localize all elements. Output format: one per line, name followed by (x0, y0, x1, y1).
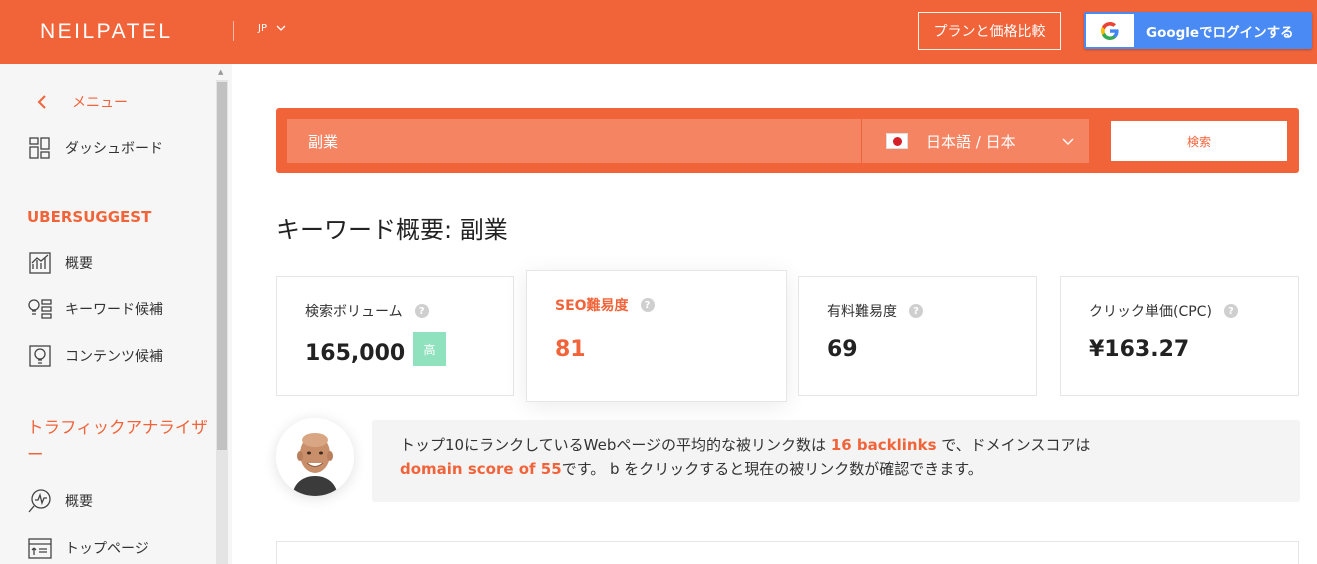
help-icon[interactable]: ? (640, 298, 655, 312)
menu-label: メニュー (72, 95, 128, 111)
plan-pricing-button[interactable]: プランと価格比較 (918, 12, 1061, 50)
backlink-info-text: トップ10にランクしているWebページの平均的な被リンク数は 16 backli… (400, 433, 1280, 481)
language-selector[interactable]: JP (258, 22, 287, 34)
sidebar-scroll-thumb[interactable] (217, 82, 227, 450)
language-label: JP (258, 22, 267, 34)
metric-label: 有料難易度 (827, 304, 897, 320)
metric-title: 有料難易度 ? (827, 301, 923, 321)
keyword-search-input[interactable]: 副業 (287, 119, 861, 163)
scroll-up-arrow-icon[interactable]: ▲ (218, 68, 223, 76)
metric-label: SEO難易度 (555, 298, 629, 314)
metric-label: クリック単価(CPC) (1089, 304, 1212, 320)
sidebar-item-label: ダッシュボード (65, 141, 163, 157)
help-icon[interactable]: ? (909, 304, 923, 318)
google-login-button[interactable]: Googleでログインする (1084, 12, 1312, 49)
chevron-left-icon (37, 95, 46, 109)
sidebar-item-keyword-ideas[interactable]: キーワード候補 (27, 296, 163, 322)
sidebar-item-traffic-overview[interactable]: 概要 (27, 488, 93, 514)
metric-card-cpc: クリック単価(CPC) ? ¥163.27 (1060, 276, 1299, 396)
metric-label: 検索ボリューム (305, 304, 403, 320)
info-text-part: で、ドメインスコアは (936, 436, 1091, 454)
metric-value: 81 (555, 337, 586, 362)
language-country-label: 日本語 / 日本 (926, 132, 1016, 151)
results-panel (276, 541, 1299, 564)
lightbulb-icon (27, 343, 53, 369)
sidebar-item-label: コンテンツ候補 (65, 349, 163, 365)
avatar (276, 418, 354, 496)
sidebar-item-overview[interactable]: 概要 (27, 250, 93, 276)
chevron-down-icon (276, 25, 286, 31)
lightbulb-list-icon (27, 296, 53, 322)
metric-card-seo-difficulty: SEO難易度 ? 81 (526, 270, 787, 402)
metric-title: 検索ボリューム ? (305, 301, 429, 321)
section-ubersuggest: UBERSUGGEST (27, 208, 152, 226)
sidebar-item-dashboard[interactable]: ダッシュボード (27, 135, 163, 161)
language-country-select[interactable]: 日本語 / 日本 (862, 119, 1089, 163)
metric-title: クリック単価(CPC) ? (1089, 301, 1238, 321)
search-button[interactable]: 検索 (1111, 121, 1287, 161)
metric-card-search-volume: 検索ボリューム ? 165,000 (276, 276, 514, 396)
sidebar-item-content-ideas[interactable]: コンテンツ候補 (27, 343, 163, 369)
chart-icon (27, 250, 53, 276)
info-text-part: トップ10にランクしているWebページの平均的な被リンク数は (400, 436, 831, 454)
backlinks-count: 16 backlinks (830, 436, 937, 454)
top-header: NEILPATEL JP プランと価格比較 Googleでログインする (0, 0, 1317, 64)
google-login-label: Googleでログインする (1146, 24, 1294, 41)
sidebar-item-label: キーワード候補 (65, 302, 163, 318)
help-icon[interactable]: ? (414, 304, 429, 318)
logo[interactable]: NEILPATEL (40, 20, 173, 44)
volume-level-badge: 高 (413, 332, 446, 366)
sidebar-item-label: トップページ (65, 541, 149, 557)
google-logo-icon (1086, 14, 1134, 47)
info-text-part: です。 b をクリックすると現在の被リンク数が確認できます。 (561, 460, 983, 478)
page-title: キーワード概要: 副業 (276, 216, 508, 244)
metric-title: SEO難易度 ? (555, 295, 655, 315)
domain-score: domain score of 55 (400, 460, 562, 478)
help-icon[interactable]: ? (1223, 304, 1238, 318)
chevron-down-icon (1062, 138, 1074, 145)
japan-flag-icon (886, 133, 908, 149)
sidebar-item-top-pages[interactable]: トップページ (27, 535, 149, 561)
sidebar-item-label: 概要 (65, 256, 93, 272)
menu-back-button[interactable]: メニュー (36, 92, 128, 112)
sidebar-item-label: 概要 (65, 494, 93, 510)
top-pages-icon (27, 535, 53, 561)
metric-value: 165,000 (305, 341, 406, 366)
dashboard-icon (27, 135, 53, 161)
metric-card-paid-difficulty: 有料難易度 ? 69 (798, 276, 1037, 396)
magnifier-wave-icon (27, 488, 53, 514)
header-divider (233, 21, 234, 41)
metric-value: ¥163.27 (1089, 337, 1190, 362)
metric-value: 69 (827, 337, 858, 362)
section-traffic-analyzer: トラフィックアナライザー (27, 418, 208, 464)
